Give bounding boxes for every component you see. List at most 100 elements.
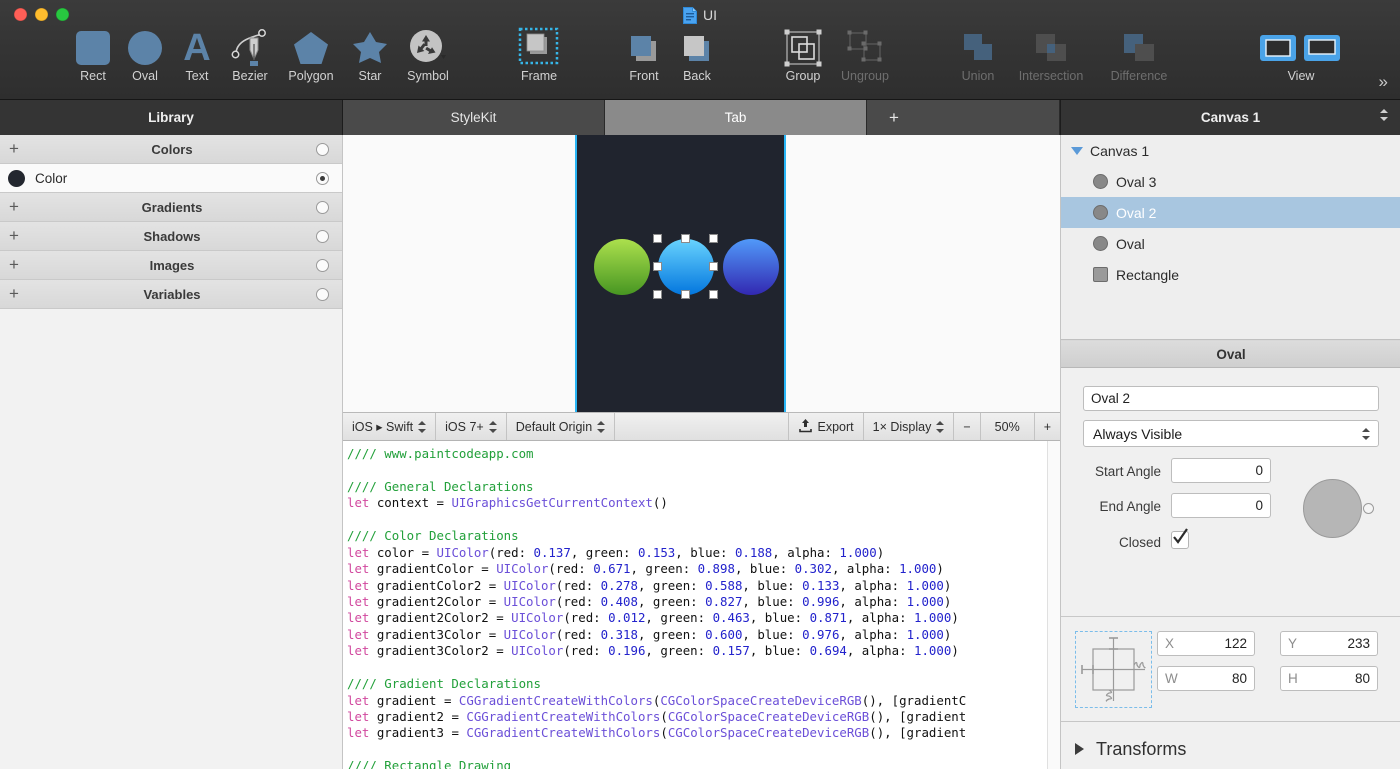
code-token: ) (943, 593, 952, 609)
tab-stylekit[interactable]: StyleKit (343, 100, 605, 135)
library-item-color[interactable]: Color (0, 164, 342, 193)
tool-frame[interactable]: Frame (496, 26, 582, 92)
platform-selector[interactable]: iOS 7+ (436, 413, 507, 440)
add-gradient-button[interactable]: + (0, 197, 28, 217)
x-field[interactable]: X 122 (1157, 631, 1255, 656)
library-radio[interactable] (316, 200, 329, 214)
code-token: gradientColor (376, 561, 482, 577)
code-token: (red: (555, 626, 601, 642)
transforms-disclosure[interactable]: Transforms (1061, 721, 1400, 769)
angle-handle-knob[interactable] (1363, 503, 1374, 514)
visibility-stepper-icon[interactable] (1362, 427, 1370, 441)
code-token: , alpha: (839, 626, 907, 642)
tree-item-rectangle[interactable]: Rectangle (1061, 259, 1400, 290)
tool-bezier[interactable]: Bezier (218, 26, 282, 92)
display-scale-selector[interactable]: 1× Display (864, 413, 955, 440)
display-stepper-icon[interactable] (936, 420, 945, 434)
library-group-shadows[interactable]: + Shadows (0, 222, 342, 251)
end-angle-label: End Angle (1099, 499, 1161, 514)
tool-symbol[interactable]: Symbol (396, 26, 460, 92)
canvas-stepper-icon[interactable] (1380, 108, 1388, 122)
origin-selector[interactable]: Default Origin (507, 413, 616, 440)
handle-middle-right[interactable] (709, 262, 718, 271)
tool-intersection[interactable]: Intersection (1008, 26, 1094, 92)
handle-top-left[interactable] (653, 234, 662, 243)
document-icon (683, 6, 697, 24)
code-scrollbar[interactable] (1047, 441, 1060, 769)
y-field[interactable]: Y 233 (1280, 631, 1378, 656)
start-angle-input[interactable]: 0 (1171, 458, 1271, 483)
canvas-viewport[interactable] (343, 135, 1060, 412)
library-group-images[interactable]: + Images (0, 251, 342, 280)
anchor-point-picker[interactable] (1075, 631, 1152, 708)
library-radio[interactable] (316, 287, 329, 301)
tool-polygon[interactable]: Polygon (279, 26, 343, 92)
code-token: let (347, 593, 377, 609)
library-radio[interactable] (316, 142, 329, 156)
handle-middle-left[interactable] (653, 262, 662, 271)
language-selector[interactable]: iOS ▸ Swift (343, 413, 437, 440)
w-field[interactable]: W 80 (1157, 666, 1255, 691)
library-radio[interactable] (316, 258, 329, 272)
code-token: 0.898 (697, 561, 735, 577)
add-tab-button[interactable]: + (867, 100, 1060, 135)
zoom-in-button[interactable]: + (1035, 413, 1060, 440)
code-token: , alpha: (839, 577, 907, 593)
export-button[interactable]: Export (789, 413, 864, 440)
shape-oval-3[interactable] (723, 239, 779, 295)
toolbar-overflow-button[interactable]: » (1379, 72, 1389, 92)
tool-star[interactable]: Star (338, 26, 402, 92)
code-editor[interactable]: //// www.paintcodeapp.com //// General D… (343, 441, 1060, 769)
library-radio-selected[interactable] (316, 171, 329, 185)
add-image-button[interactable]: + (0, 255, 28, 275)
closed-checkbox[interactable] (1171, 528, 1189, 549)
tree-item-canvas-1[interactable]: Canvas 1 (1061, 135, 1400, 166)
shape-oval-2[interactable] (658, 239, 714, 295)
code-token: 0.408 (600, 593, 638, 609)
tool-difference[interactable]: Difference (1096, 26, 1182, 92)
disclosure-triangle-icon[interactable] (1071, 146, 1083, 155)
visibility-select[interactable]: Always Visible (1083, 420, 1379, 447)
code-token: (), [gradient (869, 725, 967, 741)
end-angle-input[interactable]: 0 (1171, 493, 1271, 518)
tool-ungroup[interactable]: Ungroup (822, 26, 908, 92)
library-group-variables[interactable]: + Variables (0, 280, 342, 309)
language-stepper-icon[interactable] (418, 420, 427, 434)
handle-top-right[interactable] (709, 234, 718, 243)
handle-bottom-center[interactable] (681, 290, 690, 299)
polygon-tool-icon (293, 26, 329, 70)
tool-view[interactable]: View (1258, 26, 1344, 92)
origin-stepper-icon[interactable] (597, 420, 606, 434)
platform-stepper-icon[interactable] (488, 420, 497, 434)
library-radio[interactable] (316, 229, 329, 243)
add-shadow-button[interactable]: + (0, 226, 28, 246)
add-variable-button[interactable]: + (0, 284, 28, 304)
handle-bottom-left[interactable] (653, 290, 662, 299)
add-color-button[interactable]: + (0, 139, 28, 159)
code-token: 1.000 (906, 593, 944, 609)
code-token: ( (660, 725, 668, 741)
tool-label: Symbol (407, 69, 449, 83)
zoom-out-button[interactable]: − (954, 413, 981, 440)
shape-oval[interactable] (594, 239, 650, 295)
h-field[interactable]: H 80 (1280, 666, 1378, 691)
tab-tab[interactable]: Tab (605, 100, 867, 135)
shape-name-input[interactable]: Oval 2 (1083, 386, 1379, 411)
tree-item-oval[interactable]: Oval (1061, 228, 1400, 259)
tree-item-oval-2[interactable]: Oval 2 (1061, 197, 1400, 228)
tool-union[interactable]: Union (946, 26, 1010, 92)
code-token: = (488, 593, 504, 609)
artboard[interactable] (575, 135, 786, 412)
library-group-gradients[interactable]: + Gradients (0, 193, 342, 222)
code-token: 0.600 (705, 626, 743, 642)
handle-top-center[interactable] (681, 234, 690, 243)
library-group-colors[interactable]: + Colors (0, 135, 342, 164)
handle-bottom-right[interactable] (709, 290, 718, 299)
tree-item-oval-3[interactable]: Oval 3 (1061, 166, 1400, 197)
tool-back[interactable]: Back (665, 26, 729, 92)
code-token: (red: (555, 577, 601, 593)
code-token: //// General Declarations (347, 478, 534, 494)
tool-label: Bezier (232, 69, 268, 83)
code-token: ( (660, 709, 668, 724)
